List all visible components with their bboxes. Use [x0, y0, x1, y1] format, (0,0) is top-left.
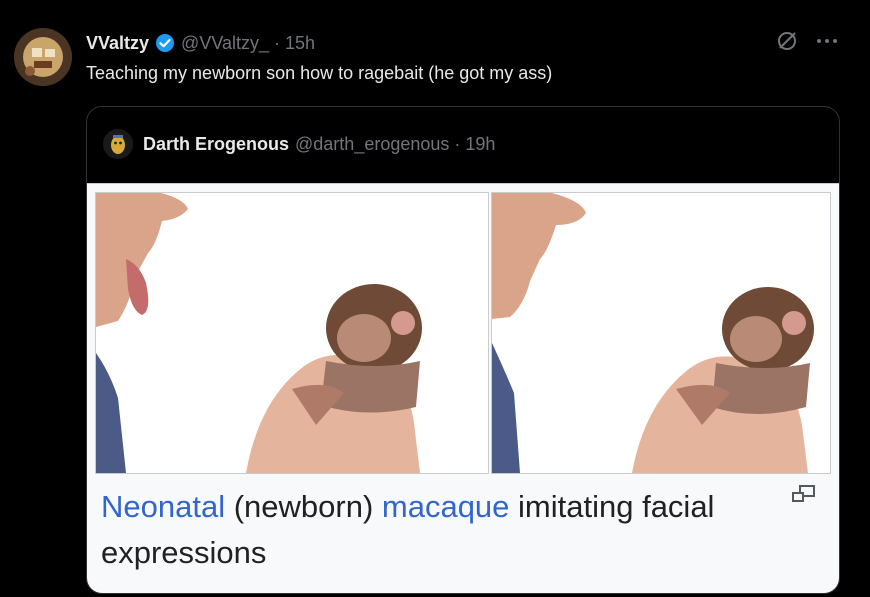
caption-link-neonatal[interactable]: Neonatal: [101, 489, 225, 524]
caption-text-newborn: (newborn): [225, 489, 382, 524]
verified-badge-icon: [155, 33, 175, 53]
author-handle-and-time[interactable]: @VValtzy_ · 15h: [181, 33, 315, 54]
author-avatar[interactable]: [14, 28, 72, 86]
quote-header: Darth Erogenous @darth_erogenous · 19h: [103, 129, 495, 159]
tweet: VValtzy @VValtzy_ · 15h Teaching my newb…: [0, 0, 870, 597]
author-name[interactable]: VValtzy: [86, 33, 149, 54]
quote-author-name[interactable]: Darth Erogenous: [143, 134, 289, 155]
macaque-photo-imitating: [491, 192, 831, 474]
tweet-text: Teaching my newborn son how to ragebait …: [86, 63, 553, 83]
grok-icon[interactable]: [776, 30, 798, 52]
macaque-photo-tongue-out: [95, 192, 489, 474]
enlarge-icon[interactable]: [791, 484, 817, 504]
caption-link-macaque[interactable]: macaque: [382, 489, 510, 524]
media-caption: Neonatal (newborn) macaque imitating fac…: [101, 484, 761, 576]
quote-media[interactable]: Neonatal (newborn) macaque imitating fac…: [87, 183, 839, 593]
quoted-tweet[interactable]: Darth Erogenous @darth_erogenous · 19h N…: [86, 106, 840, 594]
quote-author-handle-and-time[interactable]: @darth_erogenous · 19h: [295, 134, 495, 155]
more-options-icon[interactable]: [814, 30, 840, 52]
quote-author-avatar[interactable]: [103, 129, 133, 159]
tweet-header: VValtzy @VValtzy_ · 15h: [86, 31, 315, 55]
